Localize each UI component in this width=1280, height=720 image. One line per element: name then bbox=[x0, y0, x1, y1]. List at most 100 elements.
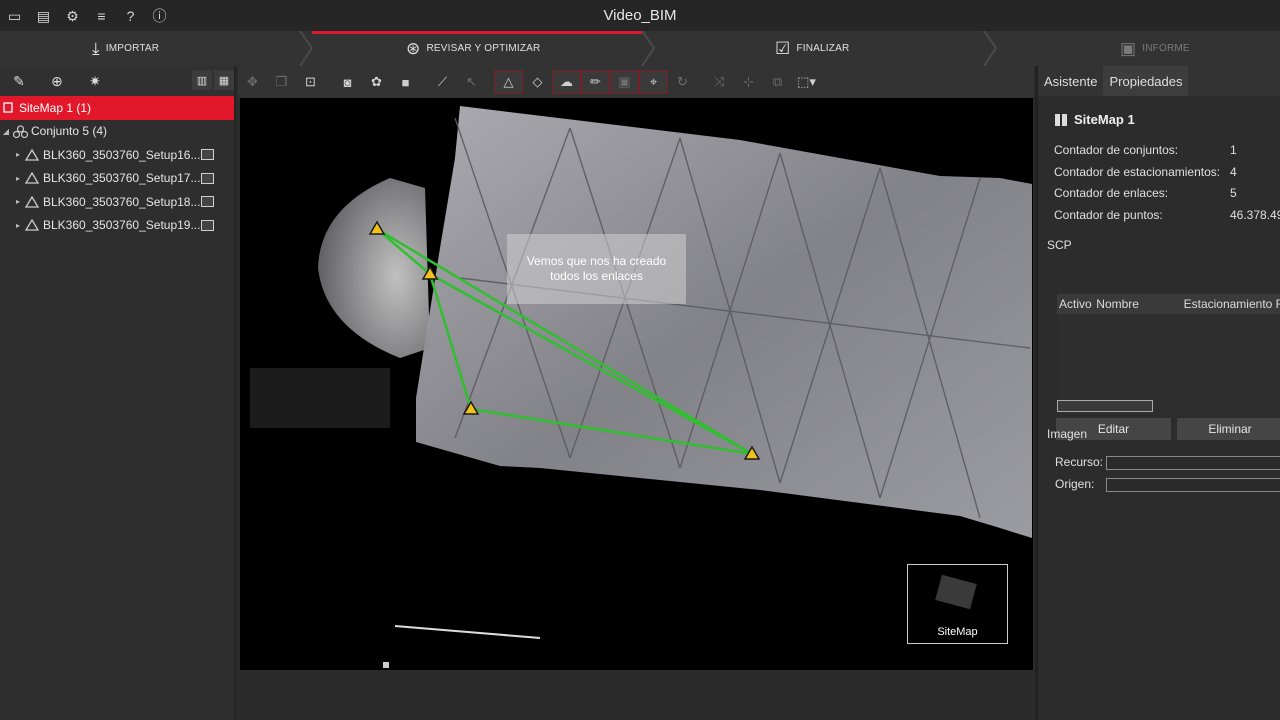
minimap-label: SiteMap bbox=[937, 626, 978, 638]
step-informe-label: INFORME bbox=[1142, 43, 1190, 54]
active-step-indicator bbox=[312, 31, 642, 34]
tree-item-conjunto[interactable]: ◢ Conjunto 5 (4) bbox=[0, 120, 234, 144]
resource-field[interactable] bbox=[1106, 456, 1280, 470]
column-nombre[interactable]: Nombre bbox=[1096, 297, 1183, 311]
tree-item-setup-19[interactable]: ▸ BLK360_3503760_Setup19... bbox=[0, 214, 234, 238]
step-finalizar-label: FINALIZAR bbox=[796, 43, 850, 54]
cloud-icon[interactable]: ☁ bbox=[552, 70, 581, 94]
setup-warning-icon bbox=[24, 219, 40, 231]
entrance-scan bbox=[318, 178, 430, 358]
pan-icon[interactable]: ✥ bbox=[238, 70, 267, 94]
workflow-bar: ⤓ IMPORTAR ⊛ REVISAR Y OPTIMIZAR ☑ FINAL… bbox=[0, 31, 1280, 66]
prop-value-conjuntos: 1 bbox=[1230, 143, 1237, 157]
scan-fragment bbox=[383, 662, 389, 668]
project-tree-panel: ✎ ⊕ ✷ ▥ ▦ SiteMap 1 (1) ◢ Conjunto 5 (4)… bbox=[0, 66, 236, 720]
image-layer-icon[interactable]: ▣ bbox=[610, 70, 639, 94]
prop-value-estacionamientos: 4 bbox=[1230, 165, 1237, 179]
tree-item-setup-16[interactable]: ▸ BLK360_3503760_Setup16... bbox=[0, 143, 234, 167]
app-window: ▭ ▤ ⚙ ≡ ? ⓘ Video_BIM ⤓ IMPORTAR ⊛ REVIS… bbox=[0, 0, 1280, 720]
tab-asistente[interactable]: Asistente bbox=[1038, 66, 1103, 96]
color-mode-icon[interactable]: ✿ bbox=[362, 70, 391, 94]
annotation-caption: Vemos que nos ha creado todos los enlace… bbox=[507, 234, 686, 304]
prop-label-puntos: Contador de puntos: bbox=[1054, 208, 1163, 222]
expand-arrow-icon[interactable]: ▸ bbox=[12, 197, 24, 206]
report-icon: ▣ bbox=[1120, 38, 1137, 58]
network-icon[interactable]: ✷ bbox=[76, 68, 114, 94]
sitemap-book-icon bbox=[1055, 113, 1067, 126]
shuffle-icon[interactable]: ⤨ bbox=[705, 70, 734, 94]
map-view-icon[interactable]: ▥ bbox=[192, 70, 212, 90]
prop-label-estacionamientos: Contador de estacionamientos: bbox=[1054, 165, 1221, 179]
step-importar[interactable]: ⤓ IMPORTAR bbox=[92, 31, 159, 66]
setup-warning-icon bbox=[24, 172, 40, 184]
expand-arrow-icon[interactable]: ▸ bbox=[12, 221, 24, 230]
setup-warning-icon bbox=[24, 148, 40, 161]
location-pin-icon[interactable]: ⌖ bbox=[639, 70, 668, 94]
tree-item-label: SiteMap 1 (1) bbox=[19, 100, 92, 115]
sitemap-icon bbox=[0, 102, 16, 113]
section-scp: SCP bbox=[1047, 238, 1072, 252]
sitemap-title-text: SiteMap 1 bbox=[1074, 112, 1135, 127]
tree-item-setup-18[interactable]: ▸ BLK360_3503760_Setup18... bbox=[0, 190, 234, 214]
window-title: Video_BIM bbox=[603, 7, 677, 24]
sitemap-minimap[interactable]: SiteMap bbox=[907, 564, 1008, 644]
review-icon: ⊛ bbox=[406, 38, 421, 58]
add-point-icon[interactable]: ⊹ bbox=[734, 70, 763, 94]
minimap-preview bbox=[935, 574, 977, 610]
prop-label-conjuntos: Contador de conjuntos: bbox=[1054, 143, 1179, 157]
expand-arrow-icon[interactable]: ▸ bbox=[12, 150, 24, 159]
workflow-separators bbox=[299, 31, 998, 66]
pencil-icon[interactable]: ✏ bbox=[581, 70, 610, 94]
caption-line-1: Vemos que nos ha creado bbox=[526, 254, 667, 268]
scp-table-header: Activo Nombre Estacionamiento F bbox=[1057, 294, 1280, 314]
tree-item-label: BLK360_3503760_Setup16... bbox=[43, 147, 201, 162]
refresh-location-icon[interactable]: ↻ bbox=[668, 70, 697, 94]
map-edit-icon[interactable]: ▦ bbox=[214, 70, 234, 90]
zoom-fit-icon[interactable]: ⊡ bbox=[296, 70, 325, 94]
export-view-icon[interactable]: ⧉ bbox=[763, 70, 792, 94]
tree-toolbar: ✎ ⊕ ✷ ▥ ▦ bbox=[0, 66, 234, 96]
cursor-icon[interactable]: ↖ bbox=[457, 70, 486, 94]
scp-horizontal-scrollbar[interactable] bbox=[1057, 400, 1153, 412]
sitemap-title: SiteMap 1 bbox=[1054, 112, 1135, 127]
camera-icon[interactable]: ◙ bbox=[333, 70, 362, 94]
tree-item-sitemap[interactable]: SiteMap 1 (1) bbox=[0, 96, 234, 120]
measure-icon[interactable]: ⟋ bbox=[428, 70, 457, 94]
step-informe[interactable]: ▣ INFORME bbox=[1120, 31, 1190, 66]
attach-icon[interactable]: ✎ bbox=[0, 68, 38, 94]
step-revisar-label: REVISAR Y OPTIMIZAR bbox=[426, 43, 541, 54]
collapse-arrow-icon[interactable]: ◢ bbox=[0, 127, 12, 136]
tag-icon[interactable]: ◇ bbox=[523, 70, 552, 94]
image-icon[interactable] bbox=[201, 149, 214, 160]
resource-label: Recurso: bbox=[1055, 455, 1104, 469]
tree-item-label: BLK360_3503760_Setup18... bbox=[43, 194, 201, 209]
delete-button[interactable]: Eliminar bbox=[1177, 418, 1280, 440]
viewport-toolbar: ✥ ❐ ⊡ ◙ ✿ ■ ⟋ ↖ △ ◇ ☁ ✏ ▣ ⌖ ↻ ⤨ ⊹ ⧉ ⬚▾ bbox=[238, 66, 1034, 98]
stop-icon[interactable]: ■ bbox=[391, 70, 420, 94]
selection-box-icon[interactable]: ⬚▾ bbox=[792, 70, 821, 94]
copy-view-icon[interactable]: ❐ bbox=[267, 70, 296, 94]
column-estacionamiento[interactable]: Estacionamiento F bbox=[1184, 297, 1280, 311]
step-revisar[interactable]: ⊛ REVISAR Y OPTIMIZAR bbox=[406, 31, 540, 66]
tree-item-label: BLK360_3503760_Setup17... bbox=[43, 171, 201, 186]
viewport-status-strip bbox=[240, 670, 1033, 720]
tab-propiedades[interactable]: Propiedades bbox=[1103, 66, 1189, 96]
building-scan bbox=[416, 106, 1032, 538]
image-icon[interactable] bbox=[201, 196, 214, 207]
expand-arrow-icon[interactable]: ▸ bbox=[12, 174, 24, 183]
scp-table-body[interactable] bbox=[1057, 314, 1280, 414]
setup-warning-icon bbox=[24, 195, 40, 208]
image-icon[interactable] bbox=[201, 219, 214, 231]
import-icon: ⤓ bbox=[92, 38, 100, 58]
step-finalizar[interactable]: ☑ FINALIZAR bbox=[775, 31, 849, 66]
tree-item-setup-17[interactable]: ▸ BLK360_3503760_Setup17... bbox=[0, 167, 234, 191]
setup-triangle-icon[interactable]: △ bbox=[494, 70, 523, 94]
section-imagen: Imagen bbox=[1047, 427, 1088, 441]
title-bar: ▭ ▤ ⚙ ≡ ? ⓘ Video_BIM bbox=[0, 0, 1280, 31]
origin-field[interactable] bbox=[1106, 478, 1280, 492]
image-icon[interactable] bbox=[201, 172, 214, 184]
tree-item-label: BLK360_3503760_Setup19... bbox=[43, 218, 201, 233]
column-activo[interactable]: Activo bbox=[1057, 297, 1096, 311]
globe-icon[interactable]: ⊕ bbox=[38, 68, 76, 94]
finalize-icon: ☑ bbox=[775, 38, 791, 58]
